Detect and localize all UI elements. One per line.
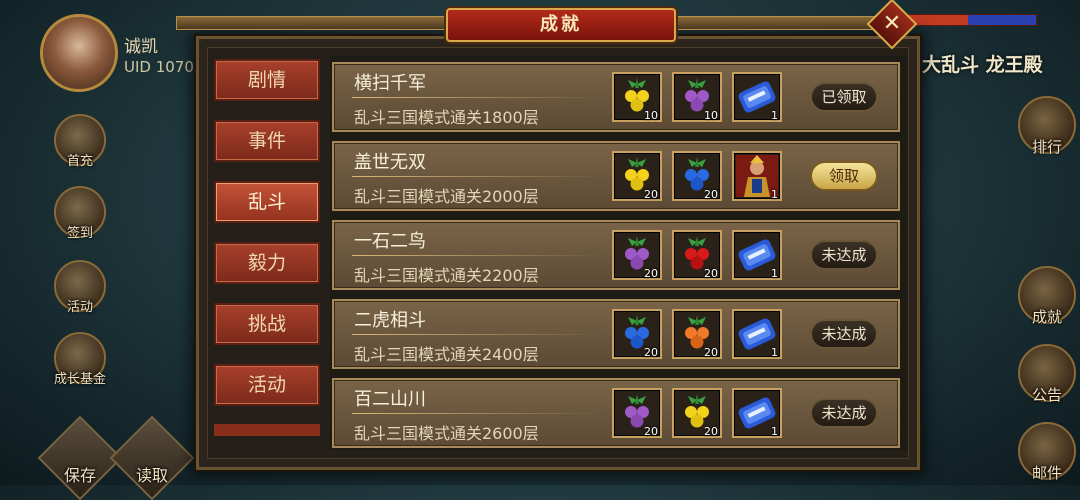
title-wing-left xyxy=(176,16,448,30)
reward-item[interactable]: 1 xyxy=(732,151,782,201)
achievement-desc: 乱斗三国模式通关1800层 xyxy=(354,108,539,127)
reward-count: 10 xyxy=(644,109,658,122)
achievement-label: 成就 xyxy=(1031,308,1062,326)
reward-count: 20 xyxy=(644,188,658,201)
load-button[interactable] xyxy=(109,415,195,500)
claim-button[interactable]: 领取 xyxy=(810,161,878,191)
tab-event[interactable]: 事件 xyxy=(214,120,320,162)
reward-count: 20 xyxy=(644,346,658,359)
player-uid: UID 10705 xyxy=(124,58,204,76)
reward-item[interactable]: 1 xyxy=(732,230,782,280)
reward-count: 1 xyxy=(771,188,778,201)
reward-count: 10 xyxy=(704,109,718,122)
checkin-label: 签到 xyxy=(66,226,93,241)
reward-count: 20 xyxy=(704,425,718,438)
tab-activity[interactable]: 活动 xyxy=(214,364,320,406)
achievement-title: 一石二鸟 xyxy=(354,231,426,252)
hp-bar xyxy=(905,14,1037,26)
reward-count: 20 xyxy=(704,188,718,201)
mail-label: 邮件 xyxy=(1031,464,1062,482)
achievement-row: 横扫千军 乱斗三国模式通关1800层 10 10 1 已领取 xyxy=(332,62,900,132)
achievement-title: 百二山川 xyxy=(354,389,426,410)
achievement-row: 一石二鸟 乱斗三国模式通关2200层 20 20 1 未达成 xyxy=(332,220,900,290)
reward-item[interactable]: 1 xyxy=(732,72,782,122)
reward-item[interactable]: 1 xyxy=(732,309,782,359)
reward-item[interactable]: 20 xyxy=(612,388,662,438)
reward-item[interactable]: 20 xyxy=(612,151,662,201)
achievement-desc: 乱斗三国模式通关2600层 xyxy=(354,424,539,443)
tab-list-overflow xyxy=(214,424,320,436)
reward-count: 1 xyxy=(771,346,778,359)
reward-item[interactable]: 20 xyxy=(672,309,722,359)
title-wing-right xyxy=(674,16,884,30)
reward-item[interactable]: 20 xyxy=(672,230,722,280)
reward-count: 20 xyxy=(704,267,718,280)
ranking-label: 排行 xyxy=(1031,138,1062,156)
row-divider xyxy=(352,413,602,414)
tab-story[interactable]: 剧情 xyxy=(214,59,320,101)
row-divider xyxy=(352,255,602,256)
player-avatar[interactable] xyxy=(40,14,118,92)
unmet-status-button: 未达成 xyxy=(810,319,878,349)
dialog-title-plate: 成就 xyxy=(446,8,676,42)
achievement-desc: 乱斗三国模式通关2400层 xyxy=(354,345,539,364)
save-label: 保存 xyxy=(63,466,96,485)
achievement-desc: 乱斗三国模式通关2200层 xyxy=(354,266,539,285)
dialog-title: 成就 xyxy=(540,14,582,35)
reward-item[interactable]: 10 xyxy=(672,72,722,122)
achievement-title: 横扫千军 xyxy=(354,73,426,94)
reward-item[interactable]: 10 xyxy=(612,72,662,122)
row-divider xyxy=(352,97,602,98)
player-name: 诚凯 xyxy=(124,37,158,57)
achievement-row: 百二山川 乱斗三国模式通关2600层 20 20 1 未达成 xyxy=(332,378,900,448)
tab-perseverance[interactable]: 毅力 xyxy=(214,242,320,284)
reward-count: 20 xyxy=(704,346,718,359)
achievement-row: 二虎相斗 乱斗三国模式通关2400层 20 20 1 未达成 xyxy=(332,299,900,369)
reward-count: 20 xyxy=(644,425,658,438)
achievement-row: 盖世无双 乱斗三国模式通关2000层 20 20 1 领取 xyxy=(332,141,900,211)
reward-item[interactable]: 20 xyxy=(672,388,722,438)
reward-item[interactable]: 20 xyxy=(612,230,662,280)
reward-count: 1 xyxy=(771,109,778,122)
achievement-desc: 乱斗三国模式通关2000层 xyxy=(354,187,539,206)
unmet-status-button: 未达成 xyxy=(810,240,878,270)
tab-challenge[interactable]: 挑战 xyxy=(214,303,320,345)
first-recharge-label: 首充 xyxy=(66,154,93,169)
reward-count: 1 xyxy=(771,267,778,280)
notice-label: 公告 xyxy=(1031,386,1062,404)
reward-count: 20 xyxy=(644,267,658,280)
reward-item[interactable]: 20 xyxy=(672,151,722,201)
achievement-title: 盖世无双 xyxy=(354,152,426,173)
achievement-title: 二虎相斗 xyxy=(354,310,426,331)
mode-title: 大乱斗 龙王殿 xyxy=(922,54,1043,76)
reward-item[interactable]: 20 xyxy=(612,309,662,359)
claimed-status-button: 已领取 xyxy=(810,82,878,112)
row-divider xyxy=(352,176,602,177)
row-divider xyxy=(352,334,602,335)
growth-fund-label: 成长基金 xyxy=(53,372,106,387)
reward-item[interactable]: 1 xyxy=(732,388,782,438)
tab-brawl[interactable]: 乱斗 xyxy=(214,181,320,223)
load-label: 读取 xyxy=(135,466,168,485)
reward-count: 1 xyxy=(771,425,778,438)
close-icon[interactable]: ✕ xyxy=(874,6,910,42)
event-label: 活动 xyxy=(66,300,93,315)
unmet-status-button: 未达成 xyxy=(810,398,878,428)
